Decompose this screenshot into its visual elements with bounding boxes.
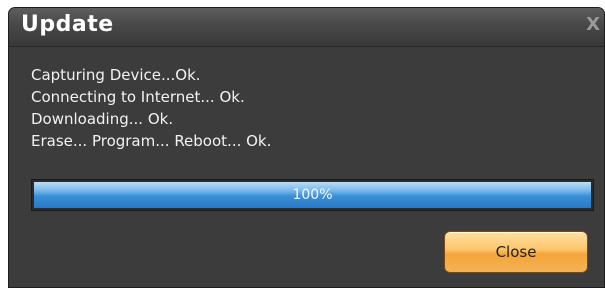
dialog-title: Update [21, 12, 114, 37]
status-line: Downloading... Ok. [31, 110, 174, 128]
status-log: Capturing Device...Ok. Connecting to Int… [31, 64, 271, 152]
status-line: Capturing Device...Ok. [31, 66, 201, 84]
status-line: Erase... Program... Reboot... Ok. [31, 132, 272, 150]
progress-label: 100% [292, 187, 333, 203]
close-button[interactable]: Close [444, 231, 588, 273]
close-icon[interactable]: X [586, 14, 600, 35]
update-dialog: Update X Capturing Device...Ok. Connecti… [8, 7, 605, 288]
titlebar[interactable]: Update X [9, 8, 604, 47]
status-line: Connecting to Internet... Ok. [31, 88, 245, 106]
progress-bar: 100% [31, 179, 594, 211]
